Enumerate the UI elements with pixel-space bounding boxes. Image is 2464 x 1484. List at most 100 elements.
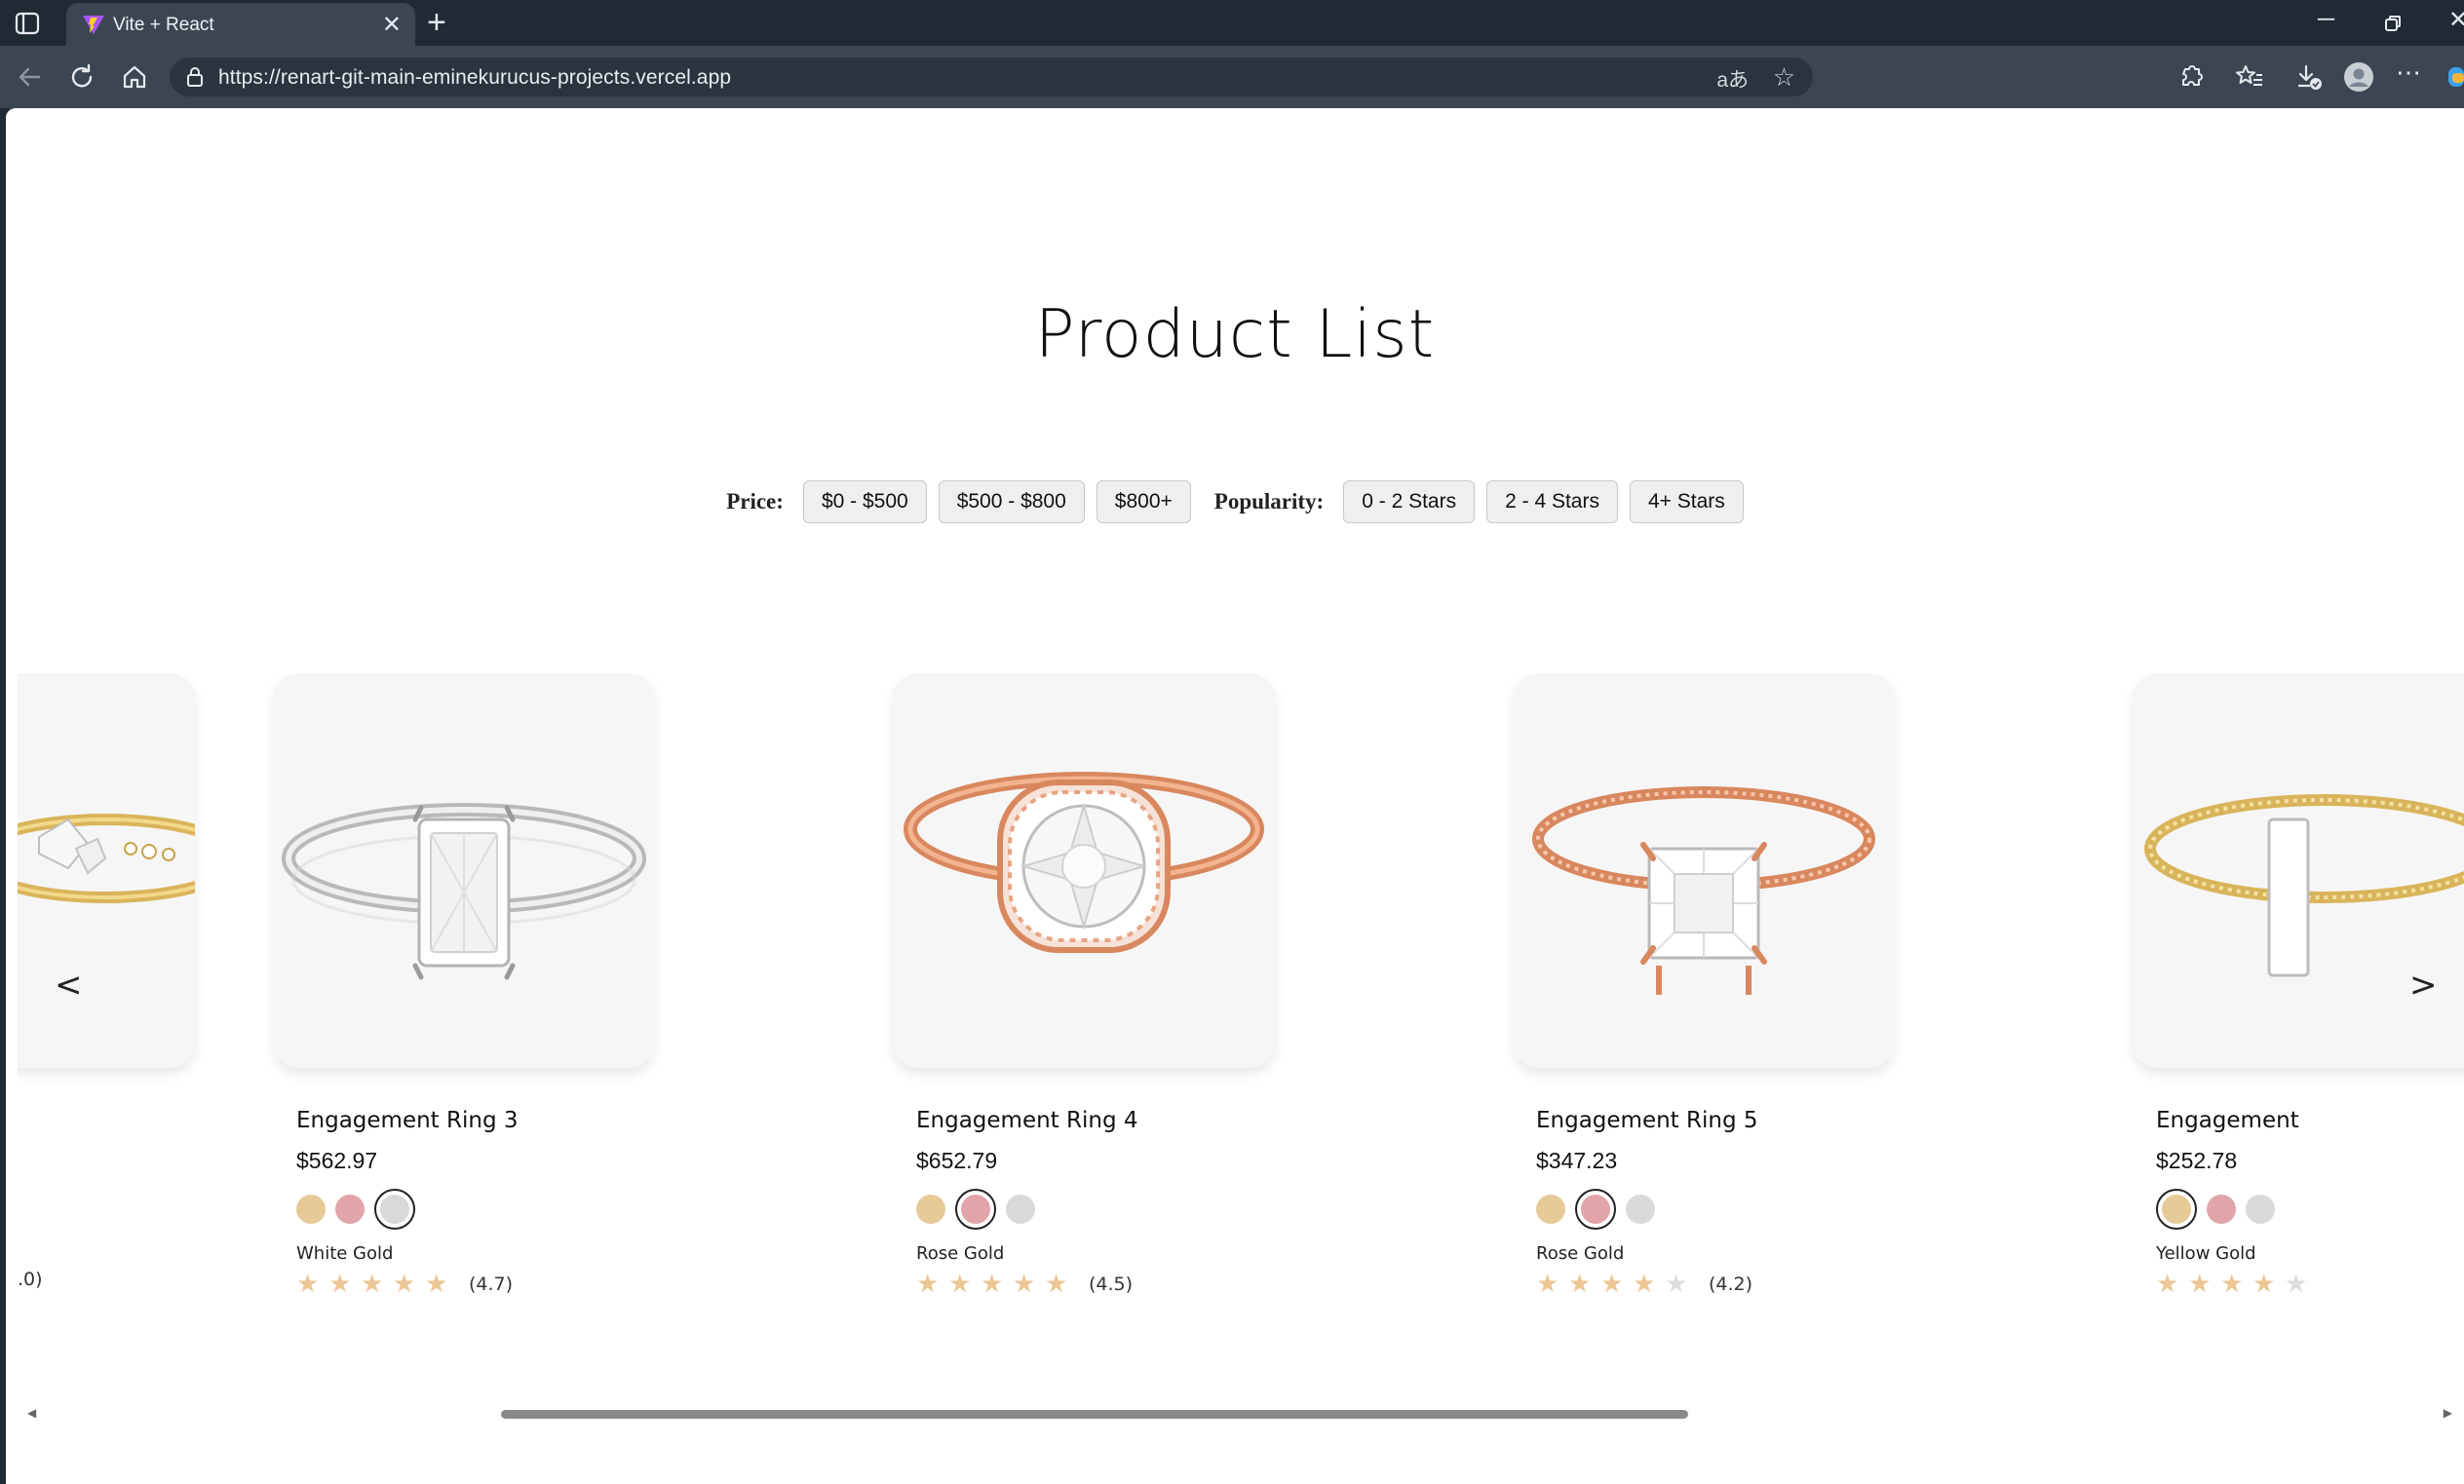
rating-value: (4.2) [1709,1273,1753,1295]
product-rating: ★ ★ ★ ★ ★ (4.5) [916,1269,1133,1299]
star-icon: ★ [2156,1269,2179,1298]
favorite-star-icon[interactable]: ☆ [1773,62,1795,93]
color-swatches [296,1188,415,1231]
star-icon: ★ [1568,1269,1592,1298]
product-name: Engagement [2156,1108,2299,1133]
white-gold-swatch[interactable] [1626,1195,1655,1224]
more-menu-icon[interactable]: ⋯ [2396,57,2427,89]
star-icon: ★ [1013,1269,1036,1298]
yellow-gold-swatch[interactable] [2156,1189,2197,1230]
product-image[interactable] [18,673,195,1068]
address-bar[interactable]: https://renart-git-main-eminekurucus-pro… [170,57,1813,96]
star-icon: ★ [948,1269,972,1298]
star-icon: ★ [981,1269,1004,1298]
favorites-icon[interactable] [2234,61,2265,93]
rating-value: (4.5) [1089,1273,1134,1295]
star-icon: ★ [296,1269,320,1298]
popularity-filter-label: Popularity: [1213,489,1325,514]
copilot-icon[interactable] [2448,61,2464,93]
rose-gold-swatch[interactable] [1575,1189,1616,1230]
rose-gold-swatch[interactable] [955,1189,996,1230]
popularity-filter-2-4-button[interactable]: 2 - 4 Stars [1486,480,1618,523]
product-price: $347.23 [1536,1148,1618,1173]
product-image[interactable] [2133,673,2464,1068]
page-title: Product List [1034,296,1436,373]
rose-gold-swatch[interactable] [335,1195,365,1224]
new-tab-icon[interactable]: + [427,4,446,42]
star-icon: ★ [393,1269,416,1298]
yellow-gold-swatch[interactable] [296,1195,326,1224]
downloads-icon[interactable] [2292,61,2324,93]
product-name: Engagement Ring 4 [916,1108,1138,1133]
selected-metal-label: Rose Gold [1536,1243,1625,1264]
product-rating: .0) [18,1269,43,1290]
star-icon: ★ [1536,1269,1559,1298]
star-icon: ★ [1665,1269,1688,1298]
url-text[interactable]: https://renart-git-main-eminekurucus-pro… [218,66,731,90]
yellow-gold-swatch[interactable] [916,1195,945,1224]
star-icon: ★ [2188,1269,2212,1298]
scroll-right-arrow-icon[interactable]: ▶ [2444,1406,2452,1420]
popularity-filter-0-2-button[interactable]: 0 - 2 Stars [1343,480,1476,523]
carousel-next-arrow[interactable]: > [2409,966,2438,1005]
rating-value: (4.7) [469,1273,514,1295]
color-swatches [2156,1188,2275,1231]
filter-bar: Price: $0 - $500 $500 - $800 $800+ Popul… [6,479,2464,524]
reload-icon[interactable] [66,61,97,93]
star-icon: ★ [2220,1269,2244,1298]
price-filter-label: Price: [726,489,784,514]
selected-metal-label: Yellow Gold [2156,1243,2256,1264]
popularity-filter-4-plus-button[interactable]: 4+ Stars [1629,480,1744,523]
color-swatches [916,1188,1035,1231]
browser-tab[interactable]: Vite + React ✕ [66,3,415,46]
product-rating: ★ ★ ★ ★ ★ (4.2) [1536,1269,1752,1299]
product-image[interactable] [893,673,1275,1068]
product-price: $652.79 [916,1148,998,1173]
restore-icon[interactable] [2384,12,2402,39]
tab-actions-icon[interactable] [14,10,43,37]
product-rating: ★ ★ ★ ★ ★ [2156,1269,2317,1299]
star-icon: ★ [1045,1269,1068,1298]
scroll-left-arrow-icon[interactable]: ◀ [27,1406,36,1420]
profile-avatar-icon[interactable] [2343,61,2374,93]
extensions-icon[interactable] [2175,61,2207,93]
tab-title: Vite + React [113,15,214,35]
price-filter-500-800-button[interactable]: $500 - $800 [938,480,1085,523]
price-filter-800-plus-button[interactable]: $800+ [1096,480,1191,523]
read-aloud-icon[interactable]: aあ [1716,64,1749,94]
lock-icon[interactable] [185,66,205,88]
rose-gold-swatch[interactable] [2207,1195,2236,1224]
close-tab-icon[interactable]: ✕ [382,11,402,39]
yellow-gold-swatch[interactable] [1536,1195,1565,1224]
star-icon: ★ [1633,1269,1656,1298]
product-name: Engagement Ring 5 [1536,1108,1758,1133]
star-icon: ★ [361,1269,384,1298]
product-price: $252.78 [2156,1148,2238,1173]
product-carousel[interactable]: g 2 .0) Engagement Ring 3 $562.97 [18,673,2464,1443]
selected-metal-label: Rose Gold [916,1243,1005,1264]
star-icon: ★ [2252,1269,2276,1298]
rating-value: .0) [18,1269,43,1290]
scrollbar-thumb[interactable] [501,1410,1688,1419]
color-swatches [1536,1188,1655,1231]
home-icon[interactable] [119,61,150,93]
product-rating: ★ ★ ★ ★ ★ (4.7) [296,1269,513,1299]
back-icon[interactable] [14,61,45,93]
star-icon: ★ [328,1269,352,1298]
product-image[interactable] [273,673,655,1068]
close-window-icon[interactable]: ✕ [2448,6,2464,34]
price-filter-0-500-button[interactable]: $0 - $500 [802,480,927,523]
selected-metal-label: White Gold [296,1243,394,1264]
product-image[interactable] [1513,673,1895,1068]
carousel-scrollbar[interactable]: ◀ ▶ [18,1405,2452,1425]
white-gold-swatch[interactable] [2246,1195,2275,1224]
white-gold-swatch[interactable] [374,1189,415,1230]
white-gold-swatch[interactable] [1006,1195,1035,1224]
star-icon: ★ [1600,1269,1624,1298]
carousel-prev-arrow[interactable]: < [55,966,83,1005]
star-icon: ★ [916,1269,940,1298]
product-price: $562.97 [296,1148,378,1173]
browser-toolbar: https://renart-git-main-eminekurucus-pro… [0,46,2464,108]
minimize-icon[interactable]: ─ [2318,6,2334,33]
vite-favicon-icon [82,14,105,35]
